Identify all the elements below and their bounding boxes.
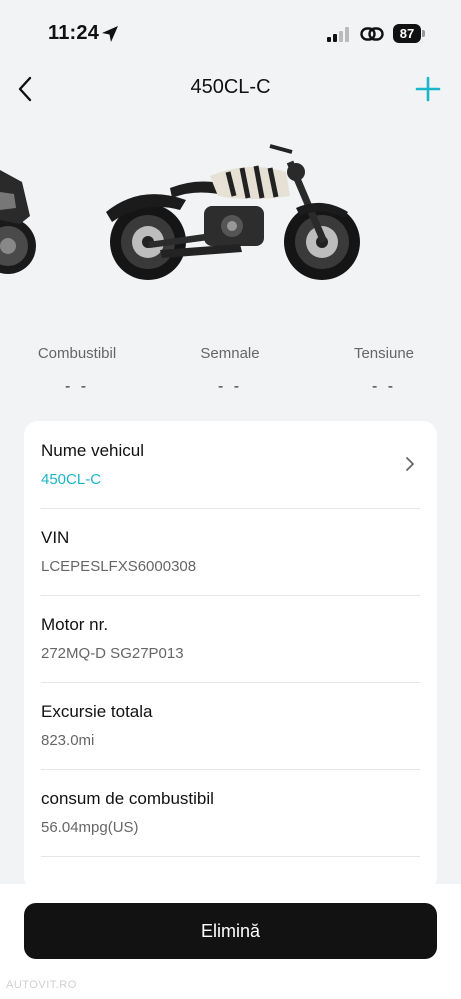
row-value: LCEPESLFXS6000308 [41,558,197,575]
row-value: 56.04mpg(US) [41,819,139,836]
location-arrow-icon [102,26,118,42]
chevron-right-icon [406,457,414,471]
row-label: Motor nr. [41,615,109,634]
stat-voltage: Tensiune - - [309,345,459,396]
vehicle-info-card: Nume vehicul 450CL-C VIN LCEPESLFXS60003… [24,421,437,891]
stat-fuel: Combustibil - - [2,345,152,396]
previous-motorcycle-image[interactable] [0,120,45,310]
battery-icon: 87 [393,24,425,43]
row-value: 823.0mi [41,732,95,749]
status-bar: 11:24 87 [0,0,461,64]
status-time: 11:24 [48,22,100,44]
stat-value: - - [217,378,243,395]
row-total-trip: Excursie totala 823.0mi [41,682,420,770]
row-vehicle-name[interactable]: Nume vehicul 450CL-C [41,421,420,509]
row-value: 450CL-C [41,471,102,488]
row-label: consum de combustibil [41,789,214,808]
battery-percentage: 87 [399,26,415,41]
page-title: 450CL-C [190,76,271,98]
cellular-signal-icon [327,27,349,42]
row-engine-number: Motor nr. 272MQ-D SG27P013 [41,595,420,683]
row-label: Excursie totala [41,702,153,721]
row-vin: VIN LCEPESLFXS6000308 [41,508,420,596]
row-label: Nume vehicul [41,441,144,460]
stat-value: - - [64,378,90,395]
delete-vehicle-button[interactable]: Elimină [24,903,437,959]
link-icon [360,27,384,41]
stat-label: Semnale [200,345,260,362]
stat-label: Tensiune [353,345,415,362]
stat-signals: Semnale - - [155,345,305,396]
vehicle-carousel[interactable] [0,120,461,310]
stat-value: - - [371,378,397,395]
motorcycle-image [106,144,360,280]
row-label: VIN [41,528,70,547]
add-icon[interactable] [415,76,441,102]
row-fuel-consumption: consum de combustibil 56.04mpg(US) [41,769,420,857]
row-value: 272MQ-D SG27P013 [41,645,184,662]
watermark: AUTOVIT.RO [6,979,77,991]
stat-label: Combustibil [37,345,117,362]
